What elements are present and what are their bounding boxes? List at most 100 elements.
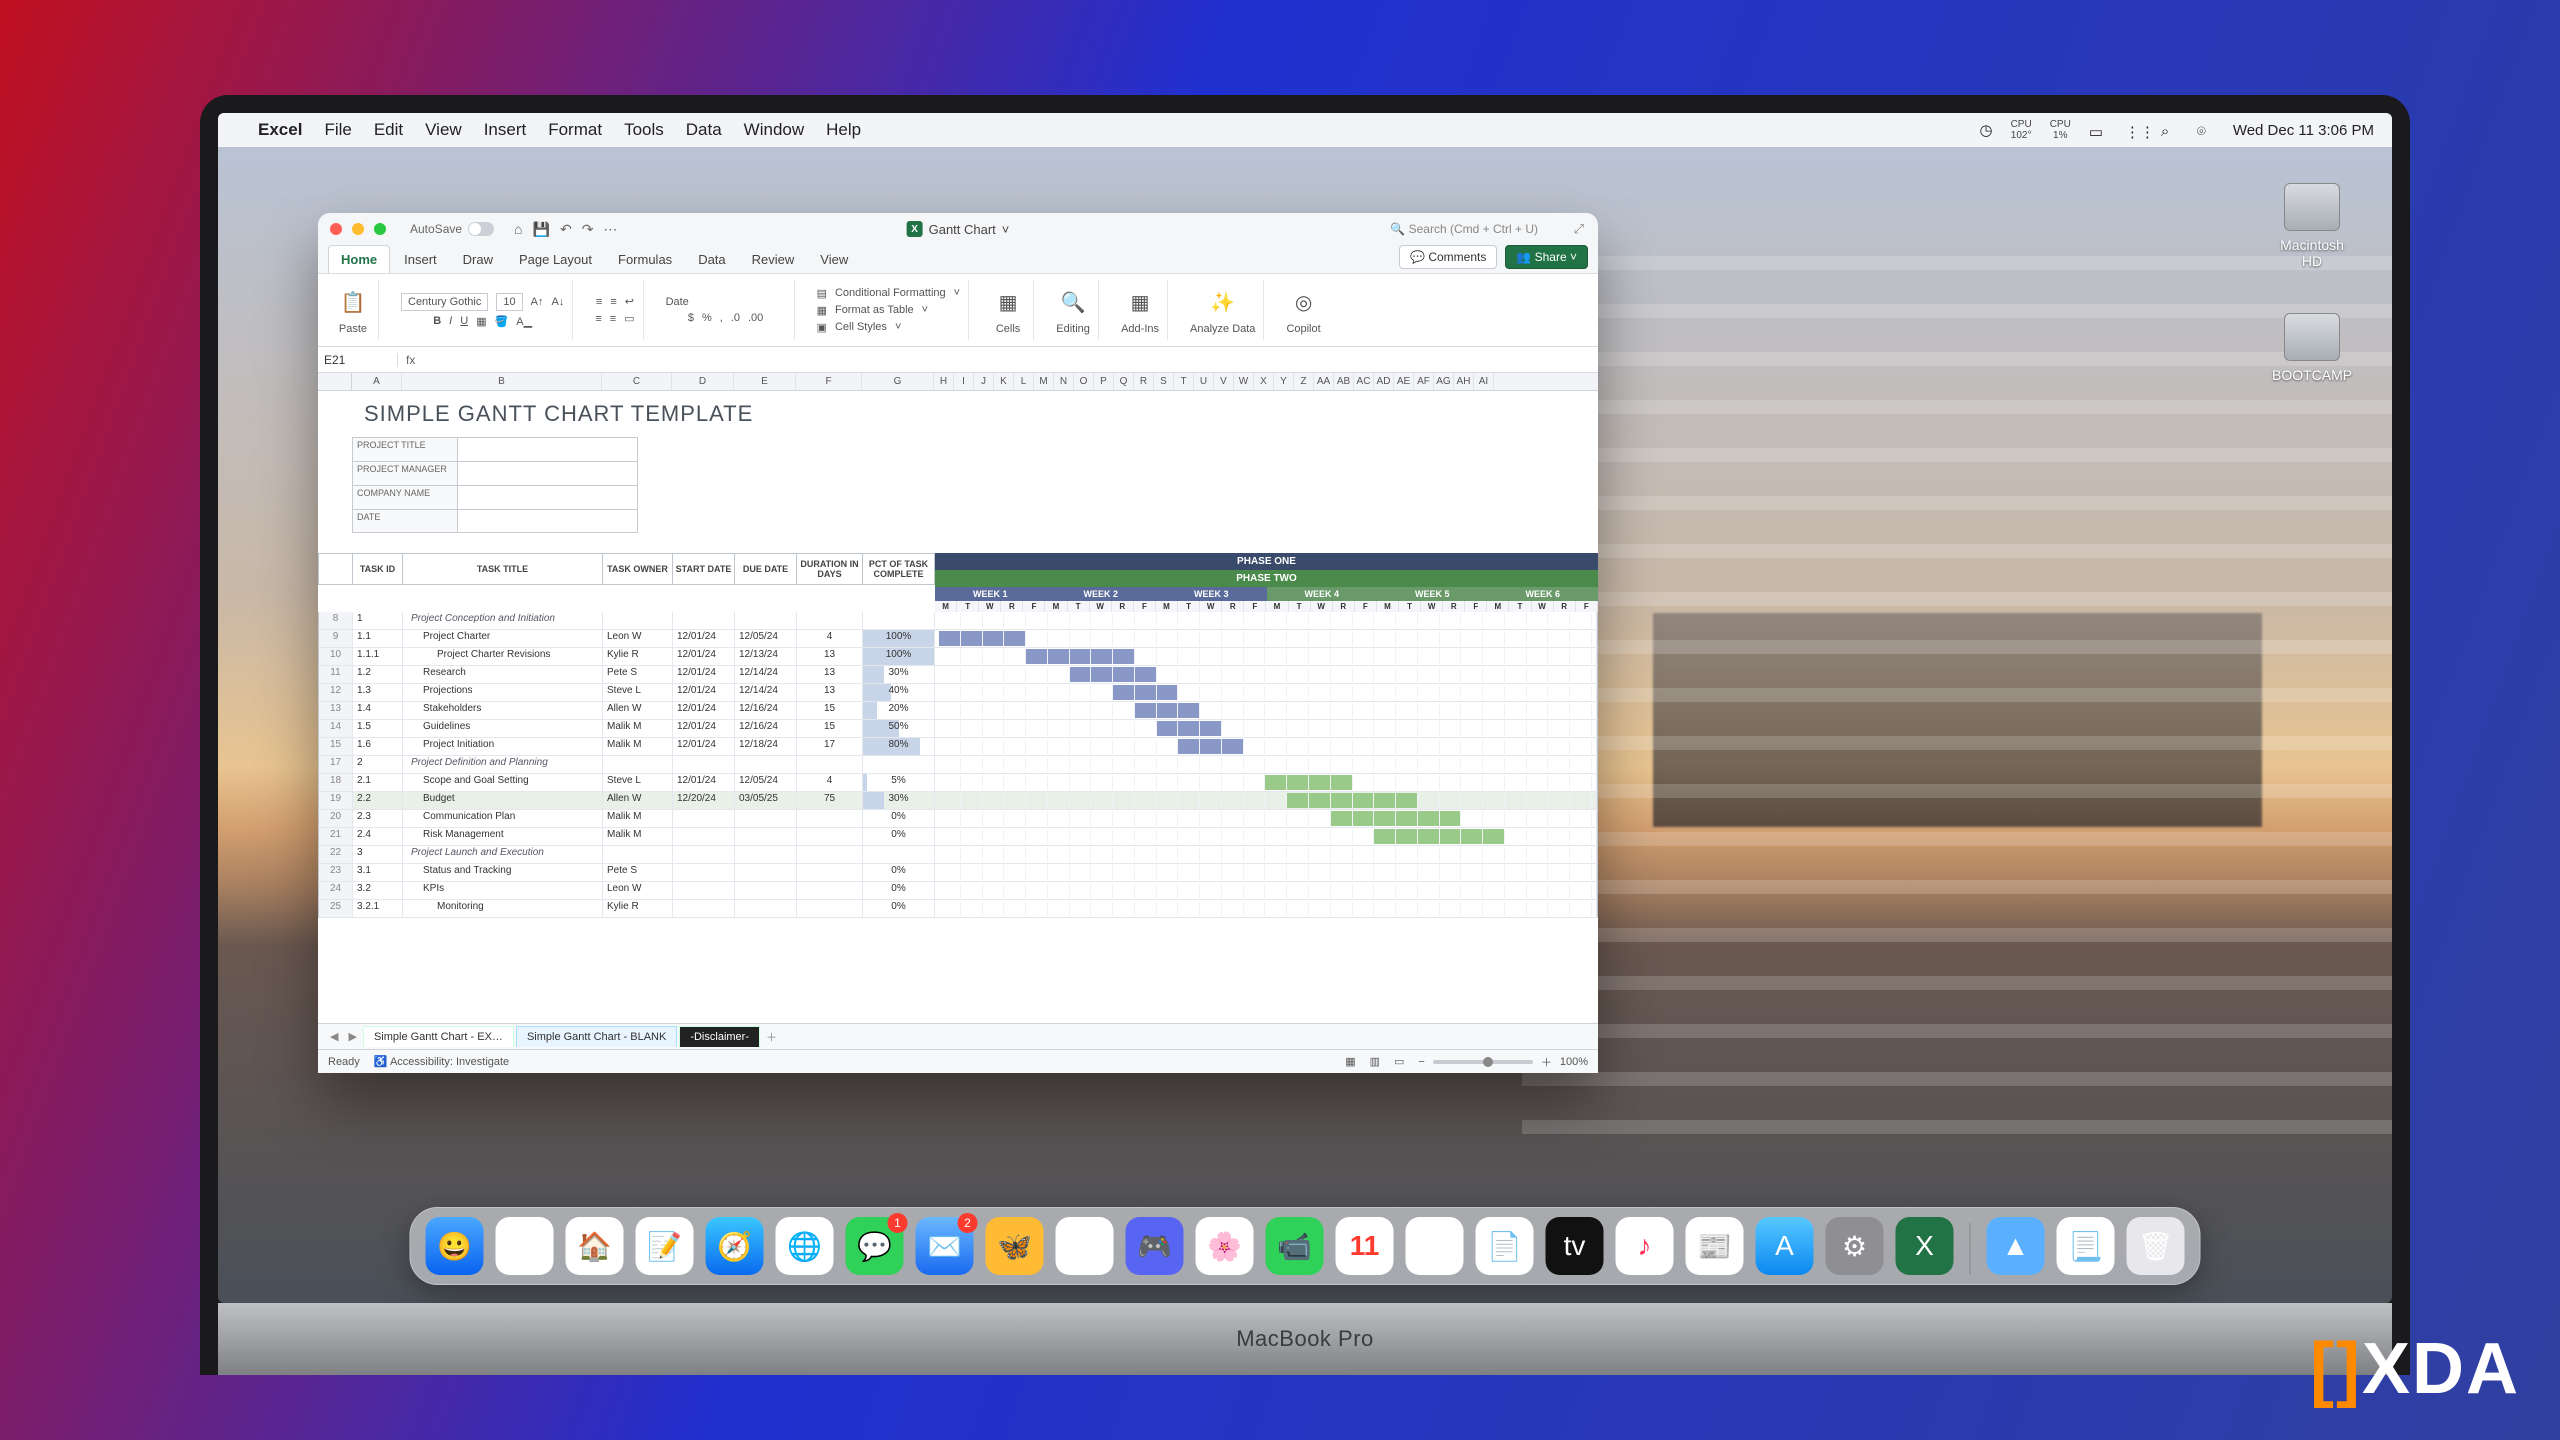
menu-file[interactable]: File	[324, 120, 351, 140]
ribbon-display-button[interactable]: ⤢	[1574, 221, 1584, 237]
dock-freeform[interactable]: 📝	[636, 1217, 694, 1275]
dock-finder[interactable]: 😀	[426, 1217, 484, 1275]
menubar-datetime[interactable]: Wed Dec 11 3:06 PM	[2233, 122, 2374, 139]
format-as-table-icon[interactable]: ▦	[817, 304, 827, 317]
dock-home[interactable]: 🏠	[566, 1217, 624, 1275]
dock-music[interactable]: ♪	[1616, 1217, 1674, 1275]
dock-app1[interactable]: 🦋	[986, 1217, 1044, 1275]
tell-me-search[interactable]: 🔍 Search (Cmd + Ctrl + U)	[1390, 222, 1538, 236]
merge-icon[interactable]: ▭	[624, 312, 634, 325]
dock-slack[interactable]: ※	[1056, 1217, 1114, 1275]
tab-formulas[interactable]: Formulas	[606, 246, 684, 273]
dock-excel[interactable]: X	[1896, 1217, 1954, 1275]
new-sheet-button[interactable]: ＋	[762, 1029, 781, 1045]
table-row[interactable]: 11 1.2 Research Pete S 12/01/24 12/14/24…	[318, 666, 1598, 684]
document-title[interactable]: XGantt Chart˅	[907, 221, 1010, 237]
dock-textedit[interactable]: 📃	[2057, 1217, 2115, 1275]
font-size-select[interactable]: 10	[496, 293, 522, 311]
table-row[interactable]: 17 2 Project Definition and Planning	[318, 756, 1598, 774]
dock-news[interactable]: 📰	[1686, 1217, 1744, 1275]
decrease-decimal-icon[interactable]: .00	[748, 312, 763, 324]
tab-page-layout[interactable]: Page Layout	[507, 246, 604, 273]
sheet-nav-prev[interactable]: ◀	[326, 1030, 342, 1043]
editing-button[interactable]: 🔍	[1056, 285, 1090, 319]
menu-view[interactable]: View	[425, 120, 462, 140]
window-zoom-button[interactable]	[374, 223, 386, 235]
dock-photos[interactable]: 🌸	[1196, 1217, 1254, 1275]
dock-messages[interactable]: 💬1	[846, 1217, 904, 1275]
font-color-button[interactable]: A▁	[516, 315, 532, 328]
wifi-icon[interactable]: ⋮⋮	[2125, 123, 2143, 137]
dock-notes[interactable]: 📄	[1476, 1217, 1534, 1275]
table-row[interactable]: 8 1 Project Conception and Initiation	[318, 612, 1598, 630]
percent-icon[interactable]: %	[702, 312, 712, 324]
autosave-toggle[interactable]	[468, 222, 494, 236]
number-format-select[interactable]: Date	[666, 296, 786, 308]
table-row[interactable]: 18 2.1 Scope and Goal Setting Steve L 12…	[318, 774, 1598, 792]
cell-styles-icon[interactable]: ▣	[817, 321, 827, 334]
comma-icon[interactable]: ,	[720, 312, 723, 324]
table-row[interactable]: 25 3.2.1 Monitoring Kylie R 0%	[318, 900, 1598, 918]
font-name-select[interactable]: Century Gothic	[401, 293, 488, 311]
view-page-layout-icon[interactable]: ▥	[1370, 1055, 1380, 1068]
window-close-button[interactable]	[330, 223, 342, 235]
project-meta-table[interactable]: PROJECT TITLEPROJECT MANAGERCOMPANY NAME…	[352, 437, 1598, 533]
menu-format[interactable]: Format	[548, 120, 602, 140]
tab-data[interactable]: Data	[686, 246, 737, 273]
window-minimize-button[interactable]	[352, 223, 364, 235]
desktop-drive-macintosh-hd[interactable]: Macintosh HD	[2272, 183, 2352, 269]
sheet-tab-example[interactable]: Simple Gantt Chart - EX…	[363, 1026, 514, 1047]
underline-button[interactable]: U	[460, 315, 468, 327]
table-row[interactable]: 20 2.3 Communication Plan Malik M 0%	[318, 810, 1598, 828]
align-middle-icon[interactable]: ≡	[610, 296, 616, 308]
dock-tv[interactable]: tv	[1546, 1217, 1604, 1275]
menu-window[interactable]: Window	[744, 120, 804, 140]
fx-icon[interactable]: fx	[398, 353, 423, 367]
view-page-break-icon[interactable]: ▭	[1394, 1055, 1404, 1068]
dock-mail[interactable]: ✉️2	[916, 1217, 974, 1275]
bold-button[interactable]: B	[433, 315, 441, 327]
copilot-button[interactable]: ◎	[1287, 285, 1321, 319]
dock-settings[interactable]: ⚙	[1826, 1217, 1884, 1275]
tab-insert[interactable]: Insert	[392, 246, 449, 273]
status-accessibility[interactable]: ♿ Accessibility: Investigate	[374, 1055, 509, 1068]
table-row[interactable]: 19 2.2 Budget Allen W 12/20/24 03/05/25 …	[318, 792, 1598, 810]
table-row[interactable]: 23 3.1 Status and Tracking Pete S 0%	[318, 864, 1598, 882]
dock-appstore[interactable]: A	[1756, 1217, 1814, 1275]
table-row[interactable]: 24 3.2 KPIs Leon W 0%	[318, 882, 1598, 900]
battery-icon[interactable]: ▭	[2089, 123, 2107, 137]
view-normal-icon[interactable]: ▦	[1345, 1055, 1355, 1068]
tab-draw[interactable]: Draw	[451, 246, 505, 273]
odometer-icon[interactable]: ◷	[1979, 121, 1992, 139]
table-row[interactable]: 10 1.1.1 Project Charter Revisions Kylie…	[318, 648, 1598, 666]
dock-safari[interactable]: 🧭	[706, 1217, 764, 1275]
dock-chrome[interactable]: 🌐	[776, 1217, 834, 1275]
gantt-rows[interactable]: 8 1 Project Conception and Initiation 9 …	[318, 612, 1598, 918]
window-titlebar[interactable]: AutoSave ⌂ 💾 ↶ ↷ ⋯ XGantt Chart˅ 🔍 Searc…	[318, 213, 1598, 245]
wrap-text-icon[interactable]: ↩	[625, 295, 634, 308]
align-center-icon[interactable]: ≡	[610, 313, 616, 325]
share-button[interactable]: 👥 Share ˅	[1505, 245, 1588, 269]
increase-decimal-icon[interactable]: .0	[731, 312, 740, 324]
tab-review[interactable]: Review	[740, 246, 807, 273]
dock-trash[interactable]: 🗑	[2127, 1217, 2185, 1275]
dock-discord[interactable]: 🎮	[1126, 1217, 1184, 1275]
name-box[interactable]: E21	[318, 353, 398, 367]
menu-data[interactable]: Data	[686, 120, 722, 140]
conditional-formatting-icon[interactable]: ▤	[817, 287, 827, 300]
decrease-font-icon[interactable]: A↓	[551, 296, 564, 308]
spotlight-icon[interactable]: ⌕	[2161, 123, 2179, 137]
qat-undo-icon[interactable]: ↶	[560, 221, 572, 238]
qat-home-icon[interactable]: ⌂	[514, 221, 522, 238]
menu-insert[interactable]: Insert	[484, 120, 527, 140]
sheet-tab-blank[interactable]: Simple Gantt Chart - BLANK	[516, 1026, 677, 1047]
sheet-nav-next[interactable]: ▶	[344, 1030, 360, 1043]
dock-reminders[interactable]: ☑	[1406, 1217, 1464, 1275]
sheet-tab-disclaimer[interactable]: -Disclaimer-	[679, 1026, 760, 1047]
zoom-out-button[interactable]: −	[1418, 1056, 1424, 1068]
dock-launchpad[interactable]: ▦	[496, 1217, 554, 1275]
tab-view[interactable]: View	[808, 246, 860, 273]
italic-button[interactable]: I	[449, 315, 452, 327]
table-row[interactable]: 22 3 Project Launch and Execution	[318, 846, 1598, 864]
table-row[interactable]: 15 1.6 Project Initiation Malik M 12/01/…	[318, 738, 1598, 756]
